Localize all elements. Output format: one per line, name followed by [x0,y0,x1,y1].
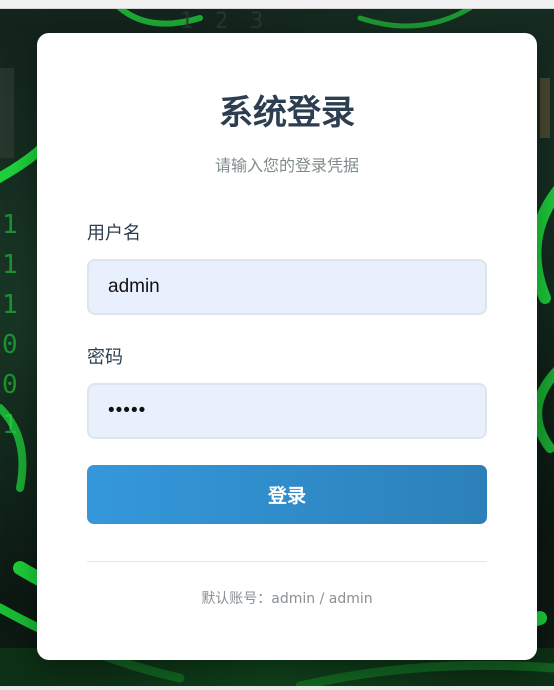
username-input[interactable] [87,259,487,315]
default-account-hint: 默认账号：admin / admin [201,591,373,607]
divider [87,561,487,562]
page-subtitle: 请输入您的登录凭据 [214,156,359,175]
username-label: 用户名 [87,223,141,244]
browser-bottom-strip [0,686,554,690]
title-container: 系统登录 [37,91,537,135]
login-button[interactable]: 登录 [87,465,487,524]
bg-digit: 3 [250,9,263,34]
bg-digit: 0 [2,370,18,400]
bg-digit: 1 [2,210,18,240]
bg-digit: 0 [2,330,18,360]
password-label: 密码 [87,347,123,368]
browser-top-strip [0,0,554,9]
login-page: 1 1 1 0 0 1 1 2 3 系统登录 请输入您的登录凭据 用户名 密码 [0,0,554,690]
bg-digit: 1 [180,9,193,34]
bg-digit: 1 [2,250,18,280]
password-input[interactable] [87,383,487,439]
page-title: 系统登录 [219,93,355,133]
bg-digit: 2 [215,9,228,34]
bg-digit: 1 [2,290,18,320]
login-card: 系统登录 请输入您的登录凭据 用户名 密码 登录 默认账号：admin / ad… [37,33,537,660]
bg-digit: 1 [2,410,18,440]
